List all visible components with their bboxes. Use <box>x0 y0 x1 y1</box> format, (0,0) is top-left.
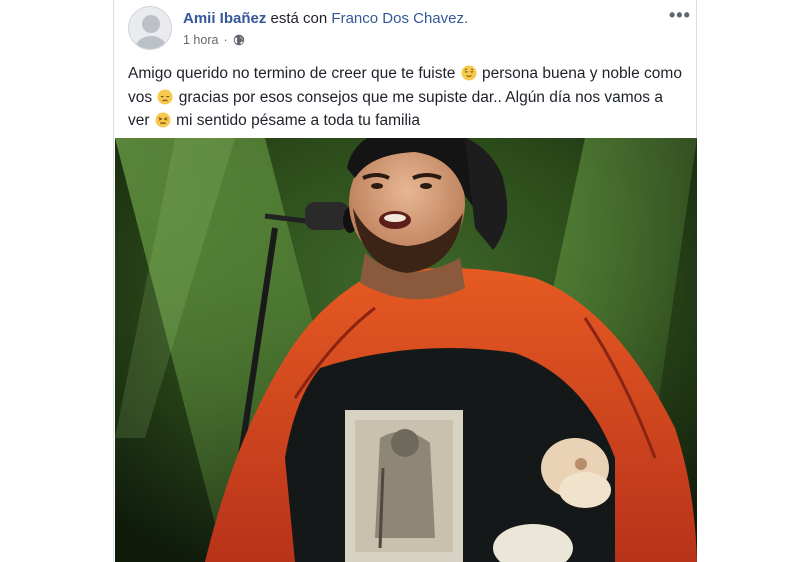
left-background <box>0 0 113 562</box>
globe-icon[interactable] <box>233 34 245 46</box>
more-options-icon[interactable]: ••• <box>669 6 691 24</box>
tagged-friend[interactable]: Franco Dos Chavez. <box>331 10 468 27</box>
post-header: Amii Ibañez está con Franco Dos Chavez. <box>183 10 468 27</box>
meta-separator: · <box>223 33 228 47</box>
post-text-part-4: mi sentido pésame a toda tu familia <box>171 112 420 129</box>
post-meta: 1 hora · <box>183 33 245 47</box>
post-photo[interactable] <box>115 138 697 562</box>
persevering-face-icon <box>155 112 171 128</box>
timestamp[interactable]: 1 hora <box>183 33 218 47</box>
post-card: Amii Ibañez está con Franco Dos Chavez. … <box>113 0 697 562</box>
right-background <box>697 0 800 562</box>
default-avatar-icon <box>129 7 171 49</box>
shared-photo <box>115 138 697 562</box>
post-text-part-1: Amigo querido no termino de creer que te… <box>128 65 460 82</box>
relieved-face-icon <box>461 65 477 81</box>
post-text: Amigo querido no termino de creer que te… <box>128 62 684 133</box>
disappointed-face-icon <box>157 89 173 104</box>
author-name[interactable]: Amii Ibañez <box>183 10 266 27</box>
avatar[interactable] <box>128 6 172 50</box>
with-text: está con <box>270 10 328 27</box>
